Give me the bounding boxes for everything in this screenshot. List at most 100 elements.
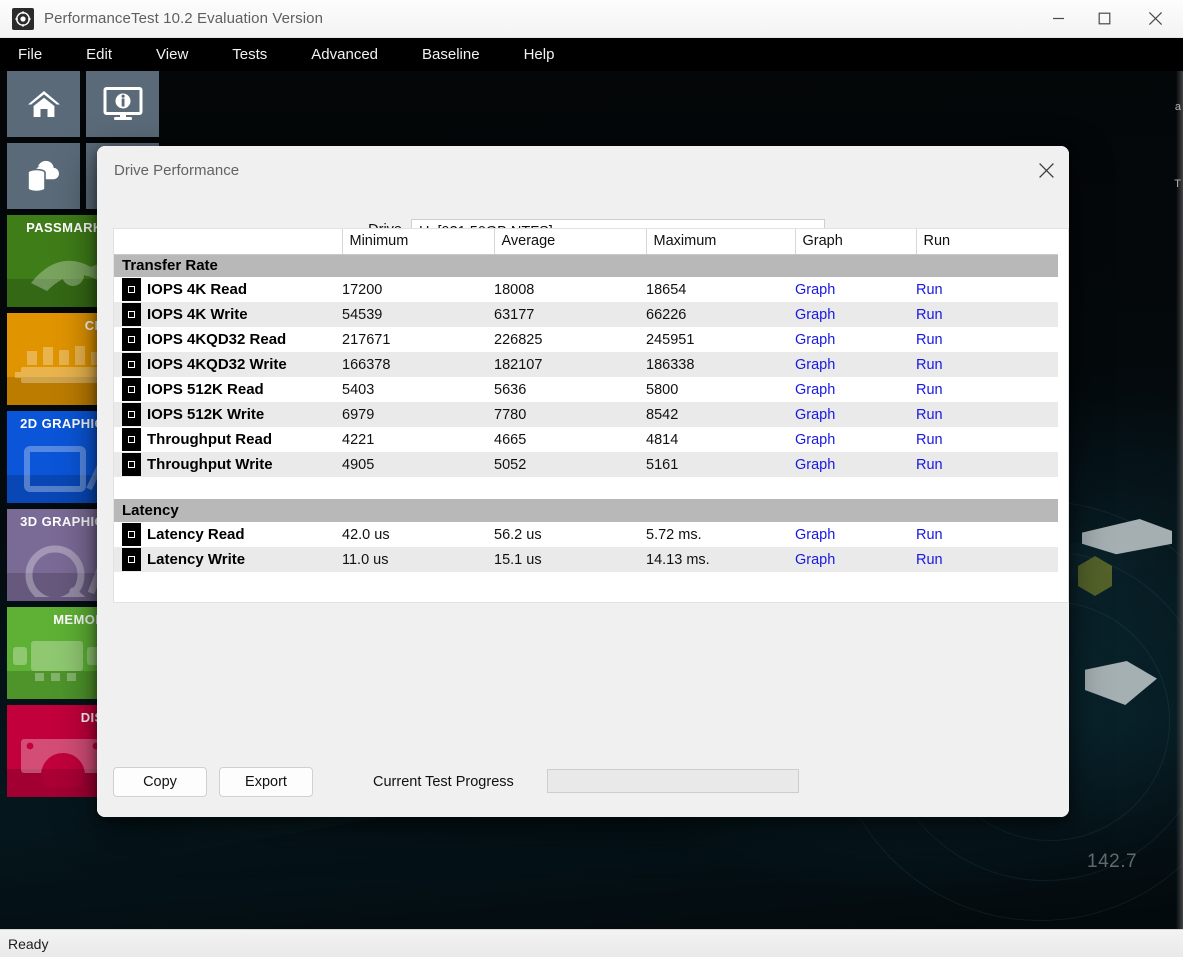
- row-graph-cell[interactable]: Graph: [795, 522, 916, 547]
- table-row[interactable]: Throughput Read422146654814GraphRun: [114, 427, 1058, 452]
- home-tile[interactable]: [7, 71, 80, 137]
- row-graph-cell[interactable]: Graph: [795, 352, 916, 377]
- graph-link[interactable]: Graph: [795, 407, 835, 423]
- row-graph-cell[interactable]: Graph: [795, 402, 916, 427]
- table-row[interactable]: IOPS 4K Read172001800818654GraphRun: [114, 277, 1058, 302]
- run-link[interactable]: Run: [916, 307, 943, 323]
- export-button[interactable]: Export: [219, 767, 313, 797]
- table-row[interactable]: IOPS 512K Write697977808542GraphRun: [114, 402, 1058, 427]
- row-run-cell[interactable]: Run: [916, 522, 1058, 547]
- row-maximum-cell: 5161: [646, 452, 795, 477]
- run-link[interactable]: Run: [916, 357, 943, 373]
- column-header-name[interactable]: [114, 229, 342, 254]
- system-info-tile[interactable]: [86, 71, 159, 137]
- dialog-close-button[interactable]: [1023, 147, 1069, 193]
- row-run-cell[interactable]: Run: [916, 377, 1058, 402]
- table-spacer-row: [114, 477, 1058, 499]
- row-run-cell[interactable]: Run: [916, 427, 1058, 452]
- row-run-cell[interactable]: Run: [916, 352, 1058, 377]
- menu-baseline[interactable]: Baseline: [412, 38, 490, 71]
- minimize-button[interactable]: [1035, 0, 1081, 38]
- row-run-cell[interactable]: Run: [916, 452, 1058, 477]
- column-header-graph[interactable]: Graph: [795, 229, 916, 254]
- test-item-icon: [122, 303, 141, 326]
- row-minimum-cell: 17200: [342, 277, 494, 302]
- run-link[interactable]: Run: [916, 332, 943, 348]
- column-header-maximum[interactable]: Maximum: [646, 229, 795, 254]
- row-name-cell: Throughput Read: [114, 427, 342, 452]
- row-run-cell[interactable]: Run: [916, 302, 1058, 327]
- copy-button[interactable]: Copy: [113, 767, 207, 797]
- column-header-minimum[interactable]: Minimum: [342, 229, 494, 254]
- run-link[interactable]: Run: [916, 432, 943, 448]
- graph-link[interactable]: Graph: [795, 332, 835, 348]
- graph-link[interactable]: Graph: [795, 457, 835, 473]
- row-graph-cell[interactable]: Graph: [795, 302, 916, 327]
- cloud-storage-tile[interactable]: [7, 143, 80, 209]
- test-item-icon: [122, 328, 141, 351]
- row-run-cell[interactable]: Run: [916, 547, 1058, 572]
- row-average-cell: 5636: [494, 377, 646, 402]
- table-row[interactable]: IOPS 4K Write545396317766226GraphRun: [114, 302, 1058, 327]
- row-maximum-cell: 66226: [646, 302, 795, 327]
- run-link[interactable]: Run: [916, 282, 943, 298]
- monitor-info-icon: [103, 87, 143, 121]
- run-link[interactable]: Run: [916, 552, 943, 568]
- row-graph-cell[interactable]: Graph: [795, 452, 916, 477]
- row-name-cell: IOPS 4KQD32 Write: [114, 352, 342, 377]
- graph-link[interactable]: Graph: [795, 282, 835, 298]
- graph-link[interactable]: Graph: [795, 527, 835, 543]
- row-name-label: Throughput Write: [147, 456, 273, 473]
- table-row[interactable]: IOPS 4KQD32 Read217671226825245951GraphR…: [114, 327, 1058, 352]
- section-header-label: Transfer Rate: [114, 254, 1058, 277]
- graph-link[interactable]: Graph: [795, 552, 835, 568]
- row-minimum-cell: 42.0 us: [342, 522, 494, 547]
- menu-help[interactable]: Help: [514, 38, 565, 71]
- menu-tests[interactable]: Tests: [222, 38, 277, 71]
- row-name-label: IOPS 4K Read: [147, 281, 247, 298]
- menubar: File Edit View Tests Advanced Baseline H…: [0, 38, 1183, 71]
- row-graph-cell[interactable]: Graph: [795, 427, 916, 452]
- menu-advanced[interactable]: Advanced: [301, 38, 388, 71]
- graph-link[interactable]: Graph: [795, 432, 835, 448]
- column-header-run[interactable]: Run: [916, 229, 1058, 254]
- row-average-cell: 56.2 us: [494, 522, 646, 547]
- table-row[interactable]: IOPS 512K Read540356365800GraphRun: [114, 377, 1058, 402]
- background-window-text-2: T: [1174, 178, 1181, 190]
- close-button[interactable]: [1127, 0, 1183, 38]
- table-row[interactable]: Throughput Write490550525161GraphRun: [114, 452, 1058, 477]
- row-graph-cell[interactable]: Graph: [795, 277, 916, 302]
- row-graph-cell[interactable]: Graph: [795, 377, 916, 402]
- row-minimum-cell: 54539: [342, 302, 494, 327]
- row-minimum-cell: 166378: [342, 352, 494, 377]
- run-link[interactable]: Run: [916, 407, 943, 423]
- row-run-cell[interactable]: Run: [916, 327, 1058, 352]
- row-graph-cell[interactable]: Graph: [795, 327, 916, 352]
- row-minimum-cell: 6979: [342, 402, 494, 427]
- run-link[interactable]: Run: [916, 457, 943, 473]
- test-item-icon: [122, 378, 141, 401]
- maximize-button[interactable]: [1081, 0, 1127, 38]
- table-row[interactable]: Latency Write11.0 us15.1 us14.13 ms.Grap…: [114, 547, 1058, 572]
- menu-file[interactable]: File: [8, 38, 52, 71]
- table-row[interactable]: Latency Read42.0 us56.2 us5.72 ms.GraphR…: [114, 522, 1058, 547]
- graph-link[interactable]: Graph: [795, 357, 835, 373]
- run-link[interactable]: Run: [916, 382, 943, 398]
- run-link[interactable]: Run: [916, 527, 943, 543]
- table-row[interactable]: IOPS 4KQD32 Write166378182107186338Graph…: [114, 352, 1058, 377]
- results-panel[interactable]: Minimum Average Maximum Graph Run Transf…: [113, 228, 1069, 603]
- row-minimum-cell: 217671: [342, 327, 494, 352]
- menu-view[interactable]: View: [146, 38, 198, 71]
- menu-edit[interactable]: Edit: [76, 38, 122, 71]
- row-name-label: IOPS 512K Read: [147, 381, 264, 398]
- row-run-cell[interactable]: Run: [916, 277, 1058, 302]
- row-graph-cell[interactable]: Graph: [795, 547, 916, 572]
- current-test-progress-label: Current Test Progress: [373, 774, 514, 790]
- row-run-cell[interactable]: Run: [916, 402, 1058, 427]
- row-name-label: IOPS 4KQD32 Read: [147, 331, 286, 348]
- row-maximum-cell: 5.72 ms.: [646, 522, 795, 547]
- graph-link[interactable]: Graph: [795, 307, 835, 323]
- column-header-average[interactable]: Average: [494, 229, 646, 254]
- row-average-cell: 226825: [494, 327, 646, 352]
- graph-link[interactable]: Graph: [795, 382, 835, 398]
